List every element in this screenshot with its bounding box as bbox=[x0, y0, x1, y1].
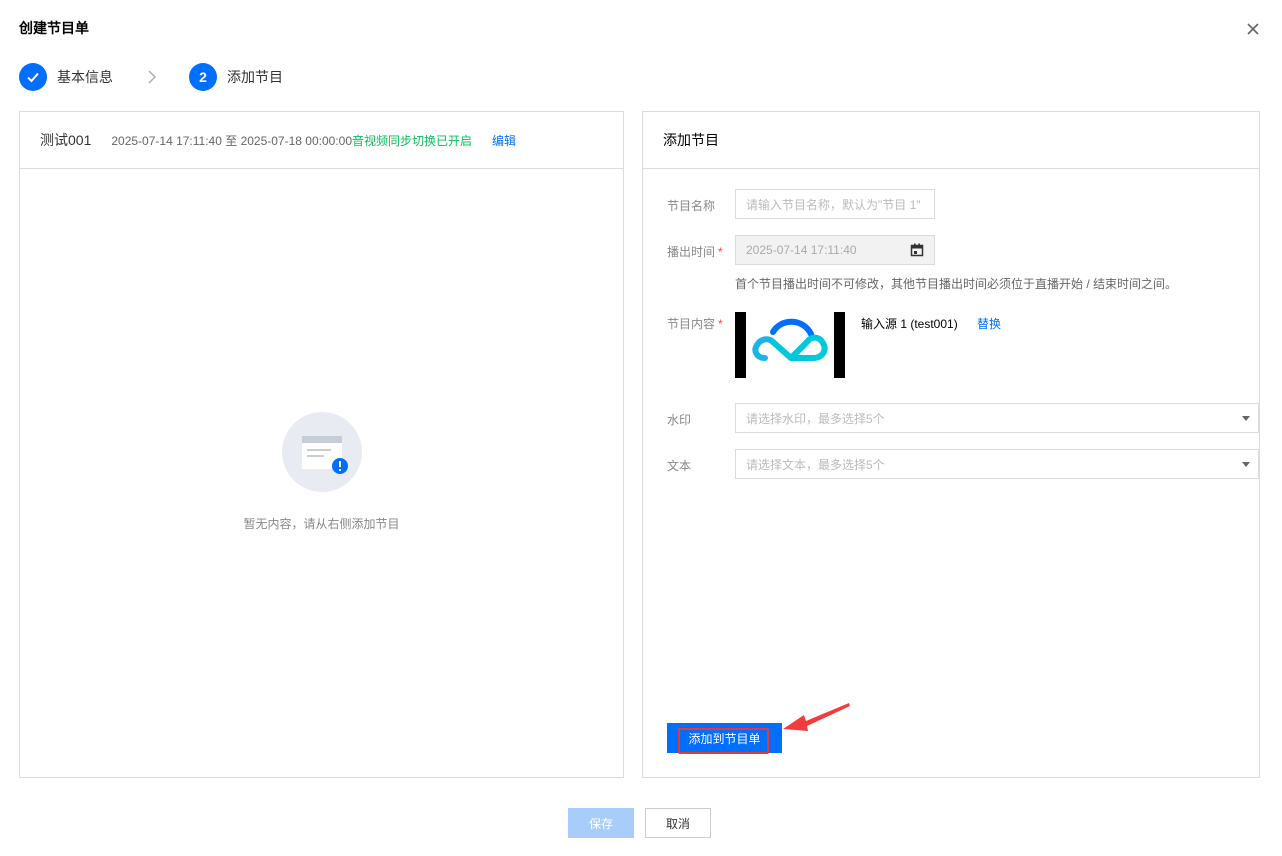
cancel-button[interactable]: 取消 bbox=[645, 808, 711, 838]
air-time-label-text: 播出时间 bbox=[667, 245, 716, 259]
step-1-label: 基本信息 bbox=[57, 69, 113, 85]
add-program-title: 添加节目 bbox=[663, 132, 719, 148]
text-label: 文本 bbox=[667, 459, 692, 473]
close-icon[interactable] bbox=[1244, 20, 1262, 38]
required-mark: * bbox=[718, 245, 723, 259]
add-program-header: 添加节目 bbox=[643, 112, 1259, 169]
cloud-logo-icon bbox=[752, 318, 828, 361]
text-placeholder: 请选择文本，最多选择5个 bbox=[746, 457, 885, 472]
add-to-schedule-button[interactable]: 添加到节目单 bbox=[667, 723, 782, 753]
content-label-text: 节目内容 bbox=[667, 317, 716, 331]
edit-link[interactable]: 编辑 bbox=[492, 132, 516, 149]
chevron-right-icon bbox=[148, 70, 156, 84]
step-2-label: 添加节目 bbox=[227, 69, 283, 85]
air-time-value: 2025-07-14 17:11:40 bbox=[746, 243, 857, 257]
air-time-label: 播出时间 * bbox=[667, 243, 723, 260]
source-thumbnail bbox=[735, 312, 845, 378]
caret-down-icon bbox=[1242, 462, 1250, 467]
add-program-panel: 添加节目 节目名称 请输入节目名称，默认为"节目 1" 播出时间 * 2025-0… bbox=[642, 111, 1260, 778]
air-time-input: 2025-07-14 17:11:40 bbox=[735, 235, 935, 265]
replace-link[interactable]: 替换 bbox=[977, 315, 1001, 332]
required-mark: * bbox=[718, 317, 723, 331]
empty-text: 暂无内容，请从右侧添加节目 bbox=[243, 517, 400, 531]
watermark-select[interactable]: 请选择水印，最多选择5个 bbox=[735, 403, 1259, 433]
save-button: 保存 bbox=[568, 808, 634, 838]
caret-down-icon bbox=[1242, 416, 1250, 421]
dialog-title: 创建节目单 bbox=[19, 20, 89, 36]
schedule-time-range: 2025-07-14 17:11:40 至 2025-07-18 00:00:0… bbox=[111, 133, 352, 148]
content-label: 节目内容 * bbox=[667, 315, 723, 332]
empty-document-icon bbox=[281, 412, 362, 492]
air-time-hint: 首个节目播出时间不可修改，其他节目播出时间必须位于直播开始 / 结束时间之间。 bbox=[735, 277, 1178, 291]
sync-status: 音视频同步切换已开启 bbox=[352, 133, 473, 148]
check-icon bbox=[27, 72, 39, 83]
calendar-icon bbox=[910, 243, 924, 257]
watermark-placeholder: 请选择水印，最多选择5个 bbox=[746, 411, 885, 426]
source-name: 输入源 1 (test001) bbox=[861, 317, 958, 331]
step-2-circle: 2 bbox=[189, 63, 217, 91]
schedule-name: 测试001 bbox=[40, 132, 92, 148]
program-name-label: 节目名称 bbox=[667, 199, 716, 213]
schedule-panel: 测试001 2025-07-14 17:11:40 至 2025-07-18 0… bbox=[19, 111, 624, 778]
steps: 基本信息 2 添加节目 bbox=[19, 63, 283, 91]
watermark-label: 水印 bbox=[667, 413, 692, 427]
program-name-placeholder: 请输入节目名称，默认为"节目 1" bbox=[746, 197, 921, 212]
program-name-input[interactable]: 请输入节目名称，默认为"节目 1" bbox=[735, 189, 935, 219]
schedule-header: 测试001 2025-07-14 17:11:40 至 2025-07-18 0… bbox=[20, 112, 623, 169]
text-select[interactable]: 请选择文本，最多选择5个 bbox=[735, 449, 1259, 479]
empty-state: 暂无内容，请从右侧添加节目 bbox=[20, 412, 623, 532]
step-1-circle bbox=[19, 63, 47, 91]
